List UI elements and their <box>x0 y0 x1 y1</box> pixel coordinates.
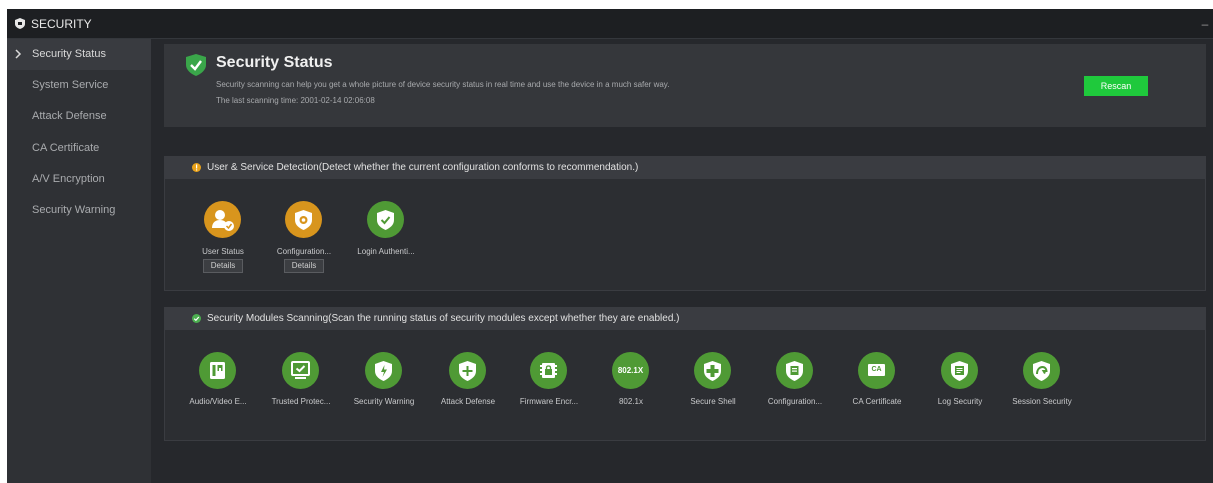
log-shield-icon <box>941 352 978 389</box>
minimize-button[interactable]: – <box>1199 17 1211 31</box>
modules-section-header: Security Modules Scanning(Scan the runni… <box>164 307 1206 330</box>
sidebar-item-label: Attack Defense <box>32 110 107 122</box>
ca-cert-icon-text: CA <box>868 364 885 376</box>
sidebar-item-label: Security Warning <box>32 204 116 216</box>
detection-item-configuration[interactable]: Configuration... Details <box>277 201 341 281</box>
detection-item-user-status[interactable]: User Status Details <box>200 201 260 281</box>
last-scan-time: The last scanning time: 2001-02-14 02:06… <box>216 96 375 105</box>
sidebar-item-label: System Service <box>32 79 109 91</box>
sidebar-item-av-encryption[interactable]: A/V Encryption <box>7 164 151 195</box>
user-check-icon <box>204 201 241 238</box>
trusted-monitor-icon <box>282 352 319 389</box>
detection-section-header: User & Service Detection(Detect whether … <box>164 156 1206 179</box>
shield-check-icon <box>367 201 404 238</box>
sidebar-item-ca-certificate[interactable]: CA Certificate <box>7 133 151 164</box>
warning-shield-icon <box>365 352 402 389</box>
module-item-label: Audio/Video E... <box>189 397 247 406</box>
detection-item-login-authentication[interactable]: Login Authenti... <box>357 201 421 261</box>
security-status-panel: Security Status Security scanning can he… <box>164 44 1206 127</box>
details-button[interactable]: Details <box>284 259 324 273</box>
module-item-label: Attack Defense <box>440 397 496 406</box>
module-item-label: 802.1x <box>618 397 644 406</box>
ca-cert-icon: CA <box>858 352 895 389</box>
8021x-icon: 802.1X <box>612 352 649 389</box>
module-item-attack-defense[interactable]: Attack Defense <box>435 352 505 422</box>
modules-heading: Security Modules Scanning(Scan the runni… <box>207 313 680 324</box>
module-item-security-warning[interactable]: Security Warning <box>351 352 421 422</box>
module-item-ca-certificate[interactable]: CA CA Certificate <box>844 352 914 422</box>
av-encryption-icon <box>199 352 236 389</box>
module-item-audio-video-encryption[interactable]: Audio/Video E... <box>185 352 255 422</box>
module-item-label: Secure Shell <box>690 397 736 406</box>
warning-dot-icon <box>192 163 201 172</box>
module-item-label: Trusted Protec... <box>271 397 331 406</box>
check-dot-icon <box>192 314 201 323</box>
chevron-right-icon <box>15 49 22 59</box>
detection-item-label: Configuration... <box>276 247 332 256</box>
module-item-label: Security Warning <box>353 397 415 406</box>
module-item-log-security[interactable]: Log Security <box>927 352 997 422</box>
module-item-label: CA Certificate <box>852 397 902 406</box>
module-item-trusted-protection[interactable]: Trusted Protec... <box>268 352 338 422</box>
module-item-label: Session Security <box>1012 397 1072 406</box>
details-button[interactable]: Details <box>203 259 243 273</box>
window-title: SECURITY <box>31 16 92 31</box>
shield-check-icon <box>186 54 206 76</box>
module-item-session-security[interactable]: Session Security <box>1007 352 1081 422</box>
module-item-8021x[interactable]: 802.1X 802.1x <box>598 352 668 422</box>
shell-shield-icon <box>694 352 731 389</box>
plus-shield-icon <box>449 352 486 389</box>
module-item-firmware-encryption[interactable]: Firmware Encr... <box>516 352 586 422</box>
sidebar-item-system-service[interactable]: System Service <box>7 70 151 101</box>
detection-heading: User & Service Detection(Detect whether … <box>207 162 639 173</box>
8021x-icon-text: 802.1X <box>617 366 644 375</box>
chip-lock-icon <box>530 352 567 389</box>
title-bar: SECURITY – <box>7 9 1213 39</box>
detection-item-label: Login Authenti... <box>357 247 415 256</box>
sidebar-item-attack-defense[interactable]: Attack Defense <box>7 101 151 132</box>
rescan-button[interactable]: Rescan <box>1084 76 1148 96</box>
module-item-label: Log Security <box>937 397 983 406</box>
detection-section-body: User Status Details Configuration... Det… <box>164 179 1206 291</box>
sidebar-item-label: CA Certificate <box>32 142 100 154</box>
config-gear-icon <box>285 201 322 238</box>
security-shield-icon <box>15 18 25 29</box>
sidebar-item-label: Security Status <box>32 48 106 60</box>
config-doc-icon <box>776 352 813 389</box>
module-item-secure-shell[interactable]: Secure Shell <box>680 352 750 422</box>
page-title: Security Status <box>216 54 333 71</box>
modules-section-body: Audio/Video E... Trusted Protec... Secur… <box>164 330 1206 441</box>
sidebar-item-security-warning[interactable]: Security Warning <box>7 195 151 226</box>
sidebar: Security Status System Service Attack De… <box>7 39 151 483</box>
module-item-configuration[interactable]: Configuration... <box>762 352 832 422</box>
detection-item-label: User Status <box>202 247 244 256</box>
sidebar-item-security-status[interactable]: Security Status <box>7 39 151 70</box>
sidebar-item-label: A/V Encryption <box>32 173 105 185</box>
module-item-label: Configuration... <box>767 397 823 406</box>
status-description: Security scanning can help you get a who… <box>216 80 670 89</box>
session-shield-icon <box>1023 352 1060 389</box>
module-item-label: Firmware Encr... <box>519 397 579 406</box>
